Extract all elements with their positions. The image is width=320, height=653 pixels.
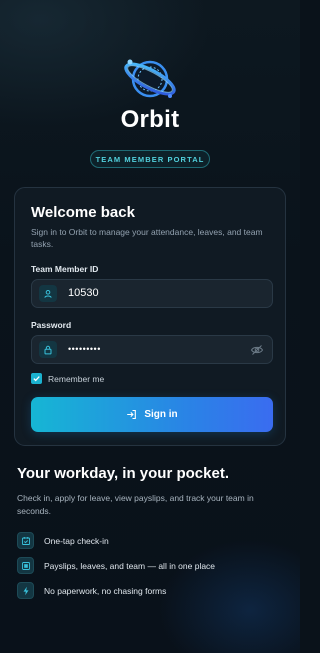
login-title: Welcome back	[31, 204, 135, 221]
calendar-check-icon	[17, 532, 34, 549]
login-subtitle: Sign in to Orbit to manage your attendan…	[31, 227, 263, 249]
checkmark-icon	[33, 376, 40, 382]
member-id-value[interactable]: 10530	[68, 280, 99, 307]
sign-in-icon	[127, 409, 137, 420]
password-label: Password	[31, 320, 72, 330]
member-id-field[interactable]: 10530	[31, 279, 273, 308]
logo	[0, 50, 300, 108]
orbit-logo-icon	[124, 59, 176, 98]
remember-checkbox[interactable]	[31, 373, 42, 384]
login-card: Welcome back Sign in to Orbit to manage …	[14, 187, 286, 446]
lightning-icon	[17, 582, 34, 599]
brand-name: Orbit	[120, 106, 180, 133]
pitch-title: Your workday, in your pocket.	[17, 465, 229, 482]
eye-off-icon[interactable]	[250, 343, 264, 357]
feature-item-payslips: Payslips, leaves, and team — all in one …	[17, 557, 215, 574]
portal-badge: TEAM MEMBER PORTAL	[90, 150, 210, 168]
user-icon	[39, 285, 57, 302]
feature-label: One-tap check-in	[44, 535, 109, 546]
feature-item-check-in: One-tap check-in	[17, 532, 109, 549]
feature-item-paperwork: No paperwork, no chasing forms	[17, 582, 166, 599]
password-value[interactable]: •••••••••	[68, 336, 101, 363]
payslip-icon	[17, 557, 34, 574]
sign-in-button[interactable]: Sign in	[31, 397, 273, 432]
feature-label: No paperwork, no chasing forms	[44, 585, 167, 596]
password-field[interactable]: •••••••••	[31, 335, 273, 364]
sign-in-label: Sign in	[144, 409, 178, 420]
lock-icon	[39, 341, 57, 358]
member-id-label: Team Member ID	[31, 264, 99, 274]
remember-label: Remember me	[48, 373, 105, 384]
feature-label: Payslips, leaves, and team — all in one …	[44, 560, 216, 571]
login-screen: Orbit TEAM MEMBER PORTAL Welcome back Si…	[0, 0, 300, 653]
pitch-subtitle: Check in, apply for leave, view payslips…	[17, 493, 254, 516]
remember-me[interactable]: Remember me	[31, 373, 104, 384]
